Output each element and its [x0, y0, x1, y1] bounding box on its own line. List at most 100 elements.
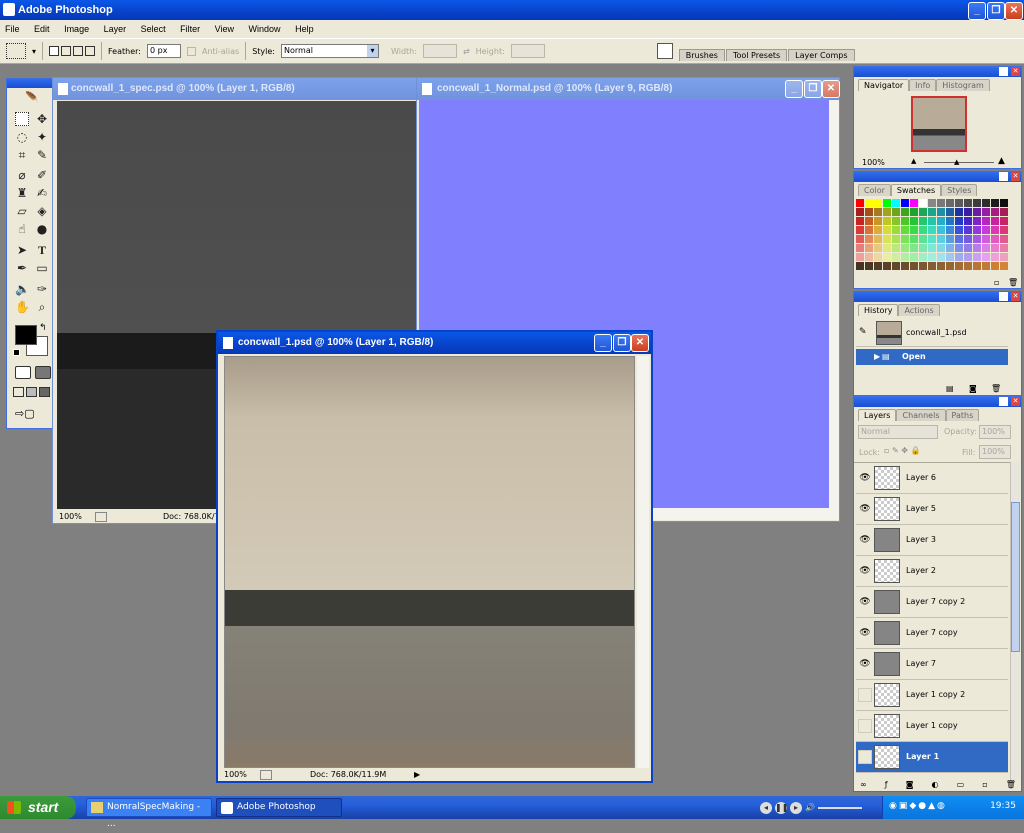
color-swatch[interactable]: [937, 235, 945, 243]
color-swatch[interactable]: [982, 253, 990, 261]
menu-help[interactable]: Help: [295, 24, 314, 34]
color-swatch[interactable]: [901, 199, 909, 207]
new-document-from-state-icon[interactable]: ▤: [946, 384, 954, 393]
standard-mode-icon[interactable]: [15, 366, 31, 379]
color-swatch[interactable]: [892, 262, 900, 270]
quickmask-mode-icon[interactable]: [35, 366, 51, 379]
color-swatch[interactable]: [973, 208, 981, 216]
start-button[interactable]: start: [0, 796, 76, 819]
color-swatch[interactable]: [973, 226, 981, 234]
zoom-in-icon[interactable]: ▲: [998, 156, 1005, 166]
color-swatch[interactable]: [874, 217, 882, 225]
tab-info[interactable]: Info: [909, 79, 937, 91]
shape-tool-icon[interactable]: ▭: [35, 261, 49, 275]
color-swatch[interactable]: [991, 199, 999, 207]
layer-row[interactable]: Layer 1 copy: [856, 711, 1008, 742]
color-swatch[interactable]: [901, 244, 909, 252]
color-swatch[interactable]: [919, 217, 927, 225]
color-swatch[interactable]: [937, 208, 945, 216]
visibility-eye-icon[interactable]: 👁: [858, 626, 872, 640]
eyedropper-icon[interactable]: ✑: [35, 282, 49, 296]
color-swatch[interactable]: [865, 235, 873, 243]
color-swatch[interactable]: [982, 208, 990, 216]
color-swatch[interactable]: [982, 199, 990, 207]
tray-icons[interactable]: ◉▣◆●▲◍: [889, 801, 947, 811]
spec-zoom[interactable]: 100%: [59, 511, 82, 523]
delete-layer-icon[interactable]: 🗑: [1006, 780, 1016, 792]
menu-file[interactable]: File: [5, 24, 20, 34]
normal-minimize-button[interactable]: _: [785, 80, 803, 98]
color-swatch[interactable]: [937, 226, 945, 234]
well-layer-comps[interactable]: Layer Comps: [788, 49, 855, 61]
color-swatch[interactable]: [928, 235, 936, 243]
color-swatch[interactable]: [937, 199, 945, 207]
antialias-checkbox[interactable]: [186, 46, 196, 56]
next-icon[interactable]: ▸: [790, 801, 802, 814]
color-swatch[interactable]: [955, 199, 963, 207]
tab-swatches[interactable]: Swatches: [890, 184, 942, 196]
normal-window-titlebar[interactable]: concwall_1_Normal.psd @ 100% (Layer 9, R…: [417, 78, 840, 100]
color-swatch[interactable]: [919, 199, 927, 207]
healing-brush-icon[interactable]: ⌀: [15, 168, 29, 182]
feather-input[interactable]: 0 px: [146, 44, 181, 58]
navigator-thumbnail[interactable]: [911, 96, 967, 152]
new-group-icon[interactable]: ▭: [957, 780, 965, 792]
color-swatch[interactable]: [982, 262, 990, 270]
eraser-tool-icon[interactable]: ▱: [15, 204, 29, 218]
dodge-tool-icon[interactable]: ●: [35, 222, 49, 236]
color-swatch[interactable]: [964, 253, 972, 261]
panel-close-icon[interactable]: ✕: [1011, 292, 1020, 301]
color-swatch[interactable]: [964, 226, 972, 234]
navigator-zoom[interactable]: 100%: [862, 158, 885, 167]
opacity-input[interactable]: 100%: [979, 425, 1011, 439]
history-brush-icon[interactable]: ✍: [35, 186, 49, 200]
well-tool-presets[interactable]: Tool Presets: [725, 49, 788, 61]
color-swatch[interactable]: [865, 217, 873, 225]
minimize-button[interactable]: _: [968, 2, 986, 20]
color-swatch[interactable]: [982, 217, 990, 225]
visibility-toggle-empty[interactable]: [858, 719, 872, 733]
main-close-button[interactable]: ✕: [631, 334, 649, 352]
color-swatch[interactable]: [991, 217, 999, 225]
tab-channels[interactable]: Channels: [896, 409, 946, 421]
previous-icon[interactable]: ◂: [760, 801, 772, 814]
panel-minimize-icon[interactable]: [999, 397, 1008, 406]
color-swatch[interactable]: [991, 244, 999, 252]
panel-minimize-icon[interactable]: [999, 292, 1008, 301]
color-swatch[interactable]: [973, 262, 981, 270]
color-swatch[interactable]: [955, 217, 963, 225]
color-swatch[interactable]: [856, 217, 864, 225]
status-menu-arrow-icon[interactable]: ▶: [414, 769, 420, 781]
selection-mode-icons[interactable]: [49, 46, 96, 56]
color-swatch[interactable]: [910, 235, 918, 243]
maximize-button[interactable]: ❐: [987, 2, 1005, 20]
move-tool-icon[interactable]: ✥: [35, 112, 49, 126]
layer-row[interactable]: 👁 Layer 6: [856, 463, 1008, 494]
menu-layer[interactable]: Layer: [104, 24, 127, 34]
color-swatch[interactable]: [946, 253, 954, 261]
color-swatch[interactable]: [973, 253, 981, 261]
magic-wand-icon[interactable]: ✦: [35, 130, 49, 144]
fill-input[interactable]: 100%: [979, 445, 1011, 459]
normal-close-button[interactable]: ✕: [822, 80, 840, 98]
color-swatch[interactable]: [964, 199, 972, 207]
history-state-open[interactable]: ▶ ▤ Open: [856, 349, 1008, 365]
path-select-icon[interactable]: ➤: [15, 243, 29, 257]
color-swatch[interactable]: [856, 262, 864, 270]
color-swatch[interactable]: [1000, 226, 1008, 234]
normal-vertical-scrollbar[interactable]: [829, 100, 839, 508]
main-canvas[interactable]: [224, 356, 635, 768]
color-swatch[interactable]: [919, 226, 927, 234]
layer-row[interactable]: 👁 Layer 7 copy: [856, 618, 1008, 649]
visibility-eye-icon[interactable]: 👁: [858, 502, 872, 516]
visibility-eye-icon[interactable]: 👁: [858, 657, 872, 671]
visibility-eye-icon[interactable]: 👁: [858, 471, 872, 485]
panel-close-icon[interactable]: ✕: [1011, 67, 1020, 76]
color-swatch[interactable]: [937, 244, 945, 252]
color-swatch[interactable]: [919, 208, 927, 216]
feather-logo-icon[interactable]: 🪶: [13, 91, 51, 105]
tab-actions[interactable]: Actions: [898, 304, 940, 316]
main-vertical-scrollbar[interactable]: [637, 356, 649, 768]
blend-mode-select[interactable]: Normal: [858, 425, 938, 439]
color-swatch[interactable]: [892, 226, 900, 234]
